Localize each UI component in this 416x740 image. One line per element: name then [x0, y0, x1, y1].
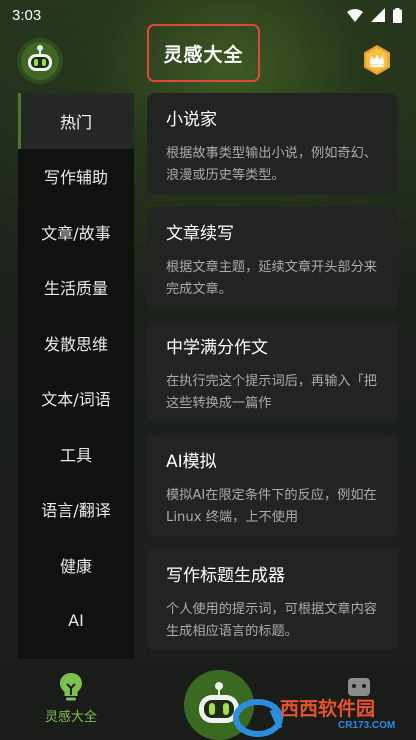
- watermark-brand: 西西软件园: [280, 699, 376, 720]
- crown-vip-icon[interactable]: [361, 44, 393, 76]
- card-description: 根据故事类型输出小说，例如奇幻、浪漫或历史等类型。: [166, 146, 377, 183]
- prompt-card[interactable]: 写作标题生成器 个人使用的提示词，可根据文章内容生成相应语言的标题。: [147, 549, 398, 651]
- lightbulb-icon: [60, 673, 82, 701]
- page-title: 灵感大全: [163, 43, 244, 66]
- sidebar-item-label: 文章/故事: [41, 223, 111, 243]
- sidebar-item-life-quality[interactable]: 生活质量: [18, 260, 134, 316]
- battery-icon: [393, 7, 402, 23]
- watermark-domain: CR173.COM: [338, 720, 396, 731]
- tab-inspiration[interactable]: 灵感大全: [28, 672, 114, 732]
- prompt-card[interactable]: 文章续写 根据文章主题，延续文章开头部分来完成文章。: [147, 207, 398, 309]
- prompt-card[interactable]: 小说家 根据故事类型输出小说，例如奇幻、浪漫或历史等类型。: [147, 93, 398, 195]
- sidebar-item-tools[interactable]: 工具: [18, 426, 134, 482]
- card-description: 个人使用的提示词，可根据文章内容生成相应语言的标题。: [166, 602, 377, 639]
- sidebar-item-divergent-thinking[interactable]: 发散思维: [18, 315, 134, 371]
- card-title: 文章续写: [166, 224, 234, 244]
- sidebar-item-label: 热门: [59, 112, 92, 132]
- signal-icon: [371, 8, 385, 22]
- sidebar-item-label: 语言/翻译: [41, 501, 111, 521]
- title-highlight-box: 灵感大全: [147, 24, 260, 82]
- sidebar-item-label: 写作辅助: [43, 168, 108, 188]
- tab-inspiration-label: 灵感大全: [44, 710, 97, 725]
- sidebar-item-text-words[interactable]: 文本/词语: [18, 371, 134, 427]
- sidebar-item-label: 生活质量: [43, 279, 108, 299]
- sidebar-item-label: 发散思维: [43, 334, 108, 354]
- card-title: AI模拟: [166, 452, 217, 472]
- sidebar-item-writing-aid[interactable]: 写作辅助: [18, 149, 134, 205]
- robot-avatar-icon[interactable]: [17, 38, 63, 84]
- card-description: 模拟AI在限定条件下的反应，例如在Linux 终端，上不使用: [166, 488, 377, 525]
- status-time: 3:03: [12, 6, 42, 24]
- sidebar-item-hot[interactable]: 热门: [18, 93, 134, 149]
- card-title: 写作标题生成器: [166, 566, 285, 586]
- sidebar-item-language-translate[interactable]: 语言/翻译: [18, 482, 134, 538]
- prompt-card-list: 小说家 根据故事类型输出小说，例如奇幻、浪漫或历史等类型。 文章续写 根据文章主…: [147, 93, 398, 663]
- card-title: 中学满分作文: [166, 338, 268, 358]
- sidebar-item-label: 健康: [59, 556, 92, 576]
- card-description: 根据文章主题，延续文章开头部分来完成文章。: [166, 260, 377, 297]
- sidebar-item-article-story[interactable]: 文章/故事: [18, 204, 134, 260]
- sidebar-item-label: 文本/词语: [41, 390, 111, 410]
- sidebar-item-label: 工具: [59, 445, 92, 465]
- prompt-card[interactable]: 中学满分作文 在执行完这个提示词后，再输入「把这些转换成一篇作: [147, 321, 398, 423]
- card-title: 小说家: [166, 110, 217, 130]
- watermark-logo: 西西软件园 CR173.COM: [228, 672, 416, 740]
- category-sidebar: 热门 写作辅助 文章/故事 生活质量 发散思维 文本/词语 工具 语言/翻译 健…: [18, 93, 134, 659]
- sidebar-item-ai[interactable]: AI: [18, 593, 134, 649]
- header: 灵感大全: [0, 24, 416, 90]
- wifi-icon: [347, 8, 363, 22]
- card-description: 在执行完这个提示词后，再输入「把这些转换成一篇作: [166, 374, 377, 411]
- prompt-card[interactable]: AI模拟 模拟AI在限定条件下的反应，例如在Linux 终端，上不使用: [147, 435, 398, 537]
- sidebar-item-health[interactable]: 健康: [18, 537, 134, 593]
- status-icons: [347, 7, 402, 23]
- sidebar-item-label: AI: [68, 610, 84, 630]
